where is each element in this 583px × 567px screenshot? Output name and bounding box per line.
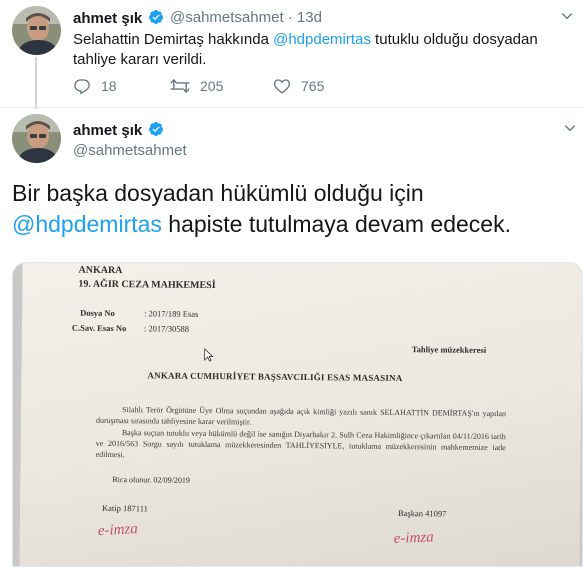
tweet-photo[interactable]: ANKARA 19. AĞIR CEZA MAHKEMESİ Dosya No … — [12, 262, 583, 567]
author-name-text[interactable]: ahmet şık — [73, 10, 142, 27]
like-count: 765 — [301, 78, 325, 94]
avatar[interactable] — [12, 6, 61, 55]
author-name-text[interactable]: ahmet şık — [73, 122, 142, 139]
reply-count: 18 — [101, 78, 117, 94]
mention-link[interactable]: @hdpdemirtas — [12, 211, 162, 237]
reply-button[interactable]: 18 — [73, 77, 117, 95]
doc-dosya-label: Dosya No — [80, 307, 115, 319]
tweet-text-part: hapiste tutulmaya devam edecek. — [161, 211, 511, 237]
author-handle[interactable]: @sahmetsahmet — [73, 142, 187, 159]
tweet-divider — [0, 107, 583, 108]
chevron-down-icon[interactable] — [560, 9, 574, 23]
signature-left: e-imza — [97, 520, 139, 540]
avatar[interactable] — [12, 114, 61, 163]
author-name[interactable]: ahmet şık — [73, 9, 164, 27]
tweet-text-part: Bir başka dosyadan hükümlü olduğu için — [12, 180, 424, 206]
chevron-down-icon[interactable] — [563, 121, 577, 135]
thread-line — [35, 57, 37, 109]
mouse-cursor-icon — [204, 348, 214, 362]
doc-katip: Katip 187111 — [102, 502, 148, 514]
doc-csav-value: : 2017/30588 — [143, 323, 190, 334]
tweet-text-part: Selahattin Demirtaş hakkında — [73, 31, 274, 48]
signature-right: e-imza — [393, 529, 435, 548]
like-icon — [273, 79, 291, 94]
doc-recipient: ANKARA CUMHURİYET BAŞSAVCILIĞI ESAS MASA… — [147, 370, 403, 384]
verified-badge-icon — [149, 10, 164, 24]
verified-badge-icon — [149, 122, 164, 136]
doc-type: Tahliye müzekkeresi — [411, 344, 487, 355]
tweet-text: Bir başka dosyadan hükümlü olduğu için @… — [12, 178, 578, 240]
doc-dosya-value: : 2017/189 Esas — [144, 308, 199, 319]
doc-body-paragraph-1: Silahlı Terör Örgütüne Üye Olma suçundan… — [95, 405, 507, 427]
doc-city: ANKARA — [78, 264, 123, 277]
like-button[interactable]: 765 — [273, 77, 324, 95]
reply-icon — [74, 79, 90, 95]
doc-body: Silahlı Terör Örgütüne Üye Olma suçundan… — [96, 404, 507, 464]
document-paper: ANKARA 19. AĞIR CEZA MAHKEMESİ Dosya No … — [19, 263, 582, 566]
doc-court: 19. AĞIR CEZA MAHKEMESİ — [78, 278, 216, 292]
doc-date: Rica olunur. 02/09/2019 — [112, 475, 190, 485]
retweet-icon — [170, 79, 190, 93]
doc-baskan: Başkan 41097 — [397, 508, 447, 519]
author-name[interactable]: ahmet şık — [73, 121, 164, 139]
tweet-1[interactable]: ahmet şık @sahmetsahmet · 13d Selahattin… — [0, 0, 583, 109]
retweet-count: 205 — [200, 78, 224, 94]
author-handle-time[interactable]: @sahmetsahmet · 13d — [170, 9, 322, 26]
retweet-button[interactable]: 205 — [170, 77, 223, 95]
doc-body-paragraph-2: Başka suçtan tutuklu veya hükümlü değil … — [95, 428, 506, 460]
mention-link[interactable]: @hdpdemirtas — [273, 31, 371, 48]
tweet-text: Selahattin Demirtaş hakkında @hdpdemirta… — [73, 30, 563, 70]
doc-csav-label: C.Sav. Esas No — [71, 322, 127, 334]
